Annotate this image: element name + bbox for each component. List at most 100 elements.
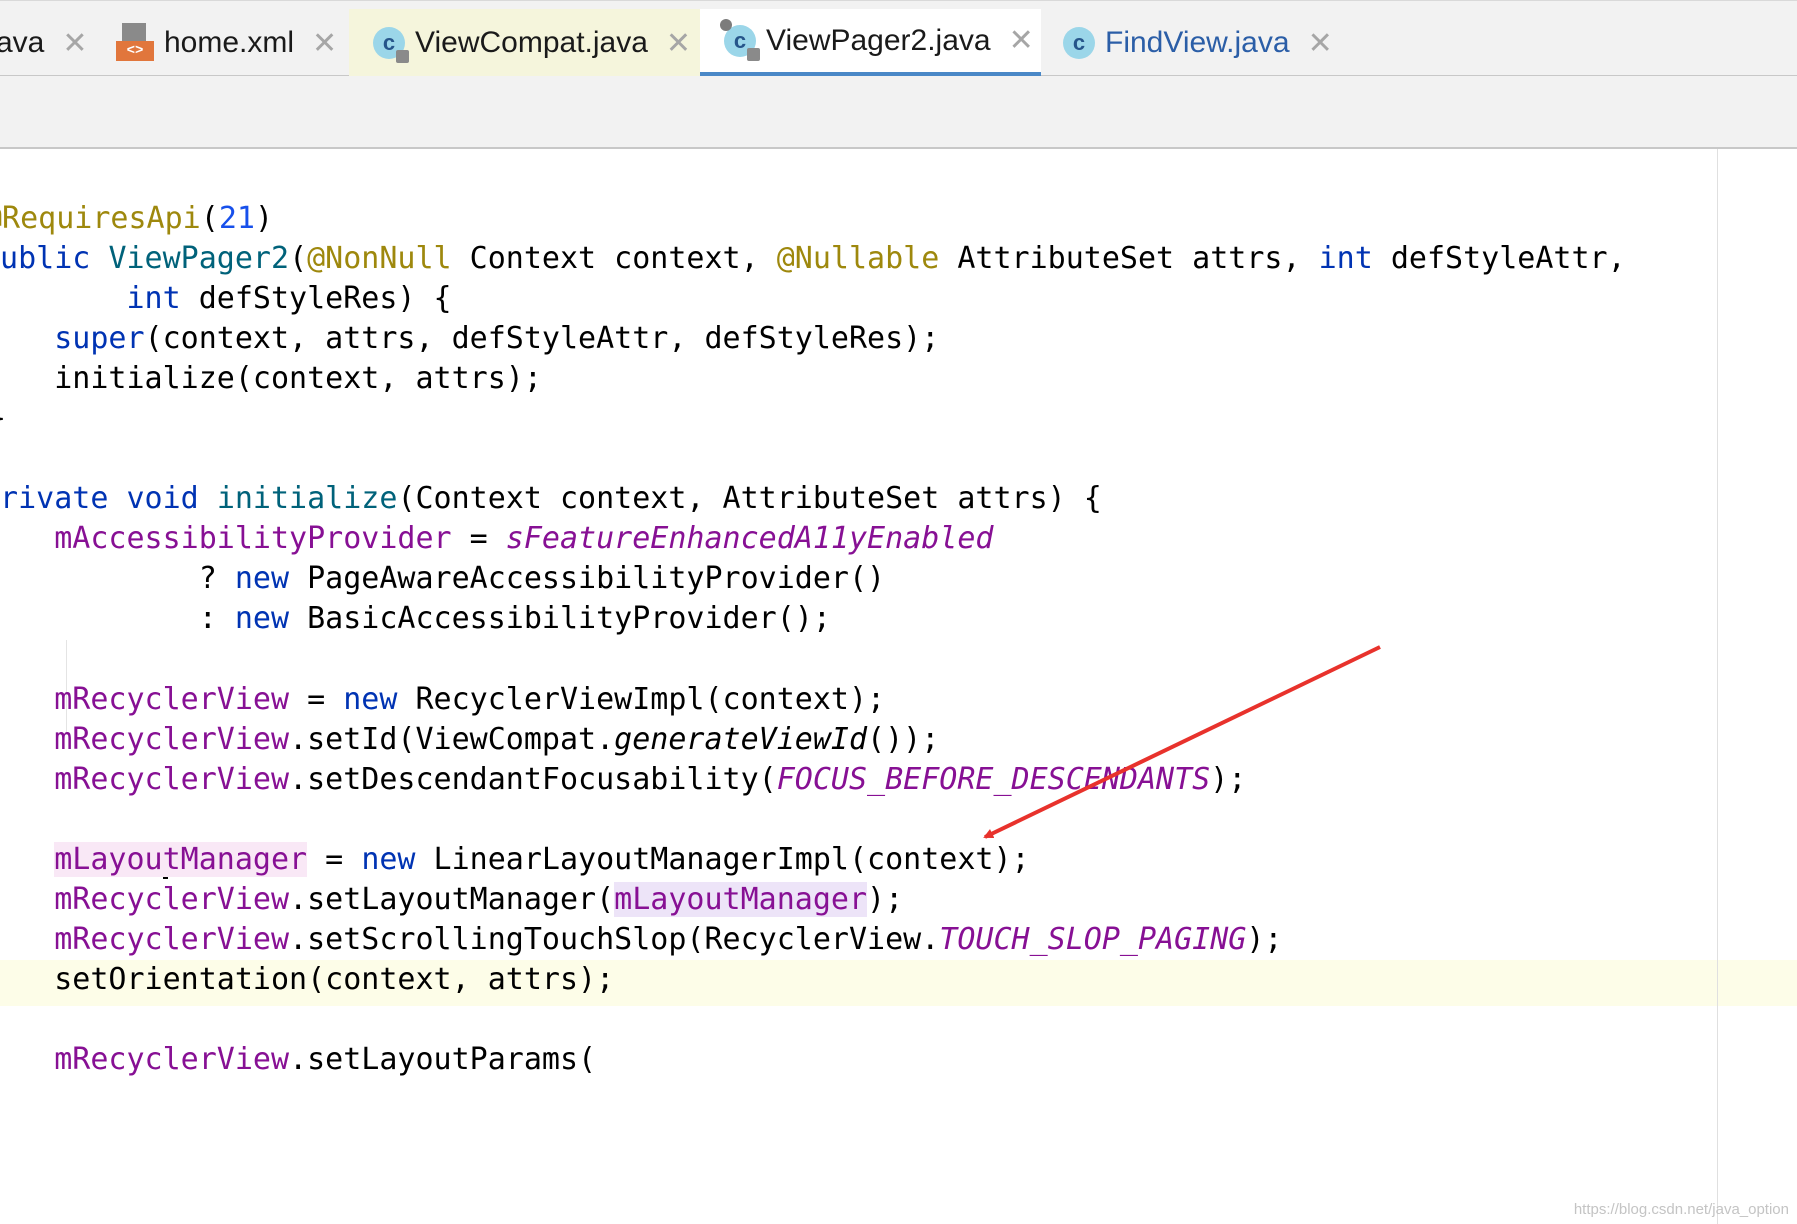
code-token: = bbox=[307, 842, 362, 877]
code-token: new bbox=[234, 561, 290, 596]
code-token: FOCUS_BEFORE_DESCENDANTS bbox=[776, 762, 1211, 797]
code-token: mRecyclerView bbox=[54, 922, 290, 957]
code-token: .setDescendantFocusability( bbox=[289, 762, 777, 797]
code-token: : bbox=[0, 601, 235, 636]
code-token: ) bbox=[254, 201, 273, 236]
code-line: mRecyclerView.setDescendantFocusability(… bbox=[0, 757, 1246, 803]
code-token: BasicAccessibilityProvider(); bbox=[289, 601, 831, 636]
code-token: @NonNull bbox=[307, 241, 452, 276]
code-token: new bbox=[361, 842, 416, 877]
code-token: ( bbox=[289, 241, 308, 276]
close-icon[interactable]: ✕ bbox=[62, 26, 87, 61]
tab-label: ava bbox=[0, 26, 45, 59]
code-token: int bbox=[1318, 241, 1373, 276]
code-token: mRecyclerView bbox=[54, 882, 290, 917]
code-line: initialize(context, attrs); bbox=[0, 356, 542, 402]
tab-viewpager2-java[interactable]: c ViewPager2.java ✕ bbox=[700, 9, 1041, 77]
code-token: mLayou bbox=[54, 842, 163, 877]
code-token: initialize(context, attrs); bbox=[0, 361, 542, 396]
code-token: mRecyclerView bbox=[54, 682, 290, 717]
editor-tab-bar: ava ✕ <> home.xml ✕ c ViewCompat.java ✕ … bbox=[0, 0, 1797, 77]
code-token: ); bbox=[1246, 922, 1283, 957]
code-token: super bbox=[54, 321, 145, 356]
code-line: } bbox=[0, 396, 6, 442]
tab-ava[interactable]: ava ✕ bbox=[0, 9, 88, 77]
code-token: mLayoutManager bbox=[614, 882, 868, 917]
tab-home-xml[interactable]: <> home.xml ✕ bbox=[116, 9, 337, 77]
code-line: setOrientation(context, attrs); bbox=[0, 957, 614, 1003]
code-token: @RequiresApi bbox=[0, 201, 201, 236]
java-class-icon: c bbox=[373, 27, 409, 63]
code-token: mRecyclerView bbox=[54, 722, 290, 757]
code-token: tManager bbox=[162, 842, 308, 877]
code-token: ViewPager2 bbox=[108, 241, 290, 276]
editor-breadcrumb-bar bbox=[0, 76, 1797, 149]
java-class-icon: c bbox=[720, 18, 760, 61]
code-token: LinearLayoutManagerImpl(context); bbox=[415, 842, 1030, 877]
close-icon[interactable]: ✕ bbox=[666, 26, 691, 61]
code-token: mAccessibilityProvider bbox=[54, 521, 452, 556]
code-token: ? bbox=[0, 561, 235, 596]
code-token: .setLayoutParams( bbox=[289, 1042, 597, 1077]
java-class-icon: c bbox=[1063, 27, 1095, 59]
right-margin-guide bbox=[1717, 149, 1718, 1224]
code-token: RecyclerViewImpl(context); bbox=[397, 682, 886, 717]
code-token: private bbox=[0, 481, 109, 516]
code-token: Context context, bbox=[451, 241, 777, 276]
close-icon[interactable]: ✕ bbox=[1308, 26, 1333, 61]
code-token: setOrientation(context, attrs); bbox=[0, 962, 615, 997]
code-line: mRecyclerView.setLayoutParams( bbox=[0, 1037, 596, 1083]
code-token: .setScrollingTouchSlop(RecyclerView. bbox=[289, 922, 940, 957]
xml-file-icon: <> bbox=[116, 23, 154, 63]
code-token: (context, attrs, defStyleAttr, defStyleR… bbox=[144, 321, 940, 356]
code-token: TOUCH_SLOP_PAGING bbox=[939, 922, 1247, 957]
code-token: ()); bbox=[867, 722, 940, 757]
code-token: new bbox=[343, 682, 398, 717]
code-token: .setLayoutManager( bbox=[289, 882, 615, 917]
tab-label: home.xml bbox=[164, 26, 295, 59]
code-token: mRecyclerView bbox=[54, 762, 290, 797]
close-icon[interactable]: ✕ bbox=[312, 26, 337, 61]
code-editor[interactable]: } @RequiresApi(21) public ViewPager2(@No… bbox=[0, 149, 1797, 1224]
code-token: public bbox=[0, 241, 91, 276]
code-token: = bbox=[451, 521, 506, 556]
code-token: = bbox=[289, 682, 344, 717]
code-token: PageAwareAccessibilityProvider() bbox=[289, 561, 886, 596]
tab-viewcompat-java[interactable]: c ViewCompat.java ✕ bbox=[349, 9, 700, 77]
code-token: AttributeSet attrs, bbox=[939, 241, 1319, 276]
code-line: } bbox=[0, 149, 6, 162]
tab-label: ViewCompat.java bbox=[415, 26, 648, 59]
code-token: defStyleRes) { bbox=[180, 281, 452, 316]
code-token: ( bbox=[200, 201, 219, 236]
tab-label: ViewPager2.java bbox=[766, 23, 991, 57]
code-token: sFeatureEnhancedA11yEnabled bbox=[505, 521, 994, 556]
code-line: : new BasicAccessibilityProvider(); bbox=[0, 596, 831, 642]
code-token: ); bbox=[867, 882, 904, 917]
code-token: .setId(ViewCompat. bbox=[289, 722, 615, 757]
code-token: @Nullable bbox=[776, 241, 940, 276]
close-icon[interactable]: ✕ bbox=[1009, 23, 1034, 58]
tab-findview-java[interactable]: c FindView.java ✕ bbox=[1041, 9, 1333, 77]
code-token: int bbox=[126, 281, 181, 316]
code-token: (Context context, AttributeSet attrs) { bbox=[397, 481, 1102, 516]
code-token: mRecyclerView bbox=[54, 1042, 290, 1077]
code-token: void bbox=[126, 481, 199, 516]
code-token: ); bbox=[1210, 762, 1247, 797]
code-token: generateViewId bbox=[614, 722, 868, 757]
watermark: https://blog.csdn.net/java_option bbox=[1573, 1201, 1789, 1218]
code-token: defStyleAttr, bbox=[1372, 241, 1626, 276]
code-token: initialize bbox=[216, 481, 398, 516]
